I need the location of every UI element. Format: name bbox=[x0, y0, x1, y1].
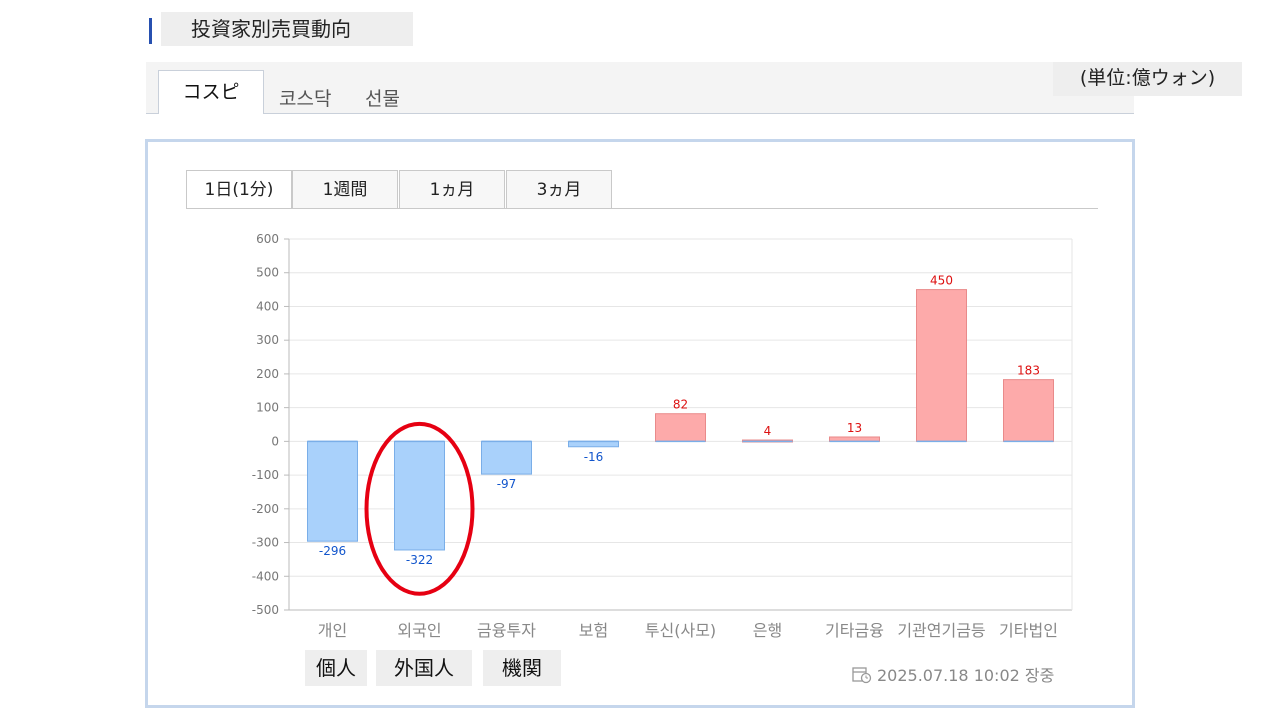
x-tick-label: 기타금융 bbox=[825, 621, 884, 640]
bar bbox=[916, 289, 967, 442]
bar-value-label: -322 bbox=[406, 553, 433, 567]
bar bbox=[394, 440, 445, 551]
bar bbox=[568, 440, 619, 448]
x-tick-label: 외국인 bbox=[397, 621, 441, 640]
timestamp: 2025.07.18 10:02 장중 bbox=[852, 662, 1054, 686]
y-tick-label: 600 bbox=[256, 232, 279, 246]
clock-calendar-icon bbox=[852, 667, 872, 684]
x-tick-label: 기타법인 bbox=[999, 621, 1058, 640]
note-institution: 機関 bbox=[483, 650, 561, 686]
note-foreigner: 外国人 bbox=[376, 650, 472, 686]
y-tick-label: 200 bbox=[256, 367, 279, 381]
bar-value-label: -296 bbox=[319, 544, 346, 558]
bar-value-label: 13 bbox=[847, 421, 862, 435]
bar bbox=[1003, 379, 1054, 442]
bar bbox=[307, 440, 358, 542]
note-individual: 個人 bbox=[305, 650, 367, 686]
y-tick-label: 400 bbox=[256, 299, 279, 313]
x-tick-label: 은행 bbox=[753, 621, 782, 640]
x-tick-label: 투신(사모) bbox=[645, 621, 716, 640]
y-tick-label: -100 bbox=[252, 468, 279, 482]
bar-value-label: 82 bbox=[673, 398, 688, 412]
bar-value-label: -97 bbox=[497, 477, 517, 491]
y-tick-label: -500 bbox=[252, 603, 279, 617]
bar-value-label: 450 bbox=[930, 274, 953, 288]
y-tick-label: -200 bbox=[252, 502, 279, 516]
x-tick-label: 개인 bbox=[318, 621, 347, 640]
investor-bar-chart: 600 500 400 300 200 100 0 -100 -200 -300 -400 -500 -… bbox=[252, 232, 1073, 640]
bar-value-label: 183 bbox=[1017, 364, 1040, 378]
y-tick-label: 100 bbox=[256, 401, 279, 415]
y-tick-label: -300 bbox=[252, 536, 279, 550]
bar-value-label: -16 bbox=[584, 450, 604, 464]
bar-value-label: 4 bbox=[764, 424, 772, 438]
bar bbox=[481, 440, 532, 475]
x-tick-label: 기관연기금등 bbox=[897, 621, 985, 640]
y-tick-label: 0 bbox=[271, 434, 279, 448]
timestamp-text: 2025.07.18 10:02 장중 bbox=[877, 666, 1055, 685]
x-tick-label: 금융투자 bbox=[477, 621, 536, 640]
y-tick-label: 500 bbox=[256, 266, 279, 280]
y-tick-label: 300 bbox=[256, 333, 279, 347]
x-tick-label: 보험 bbox=[579, 621, 608, 640]
bar bbox=[655, 413, 706, 442]
y-tick-label: -400 bbox=[252, 569, 279, 583]
